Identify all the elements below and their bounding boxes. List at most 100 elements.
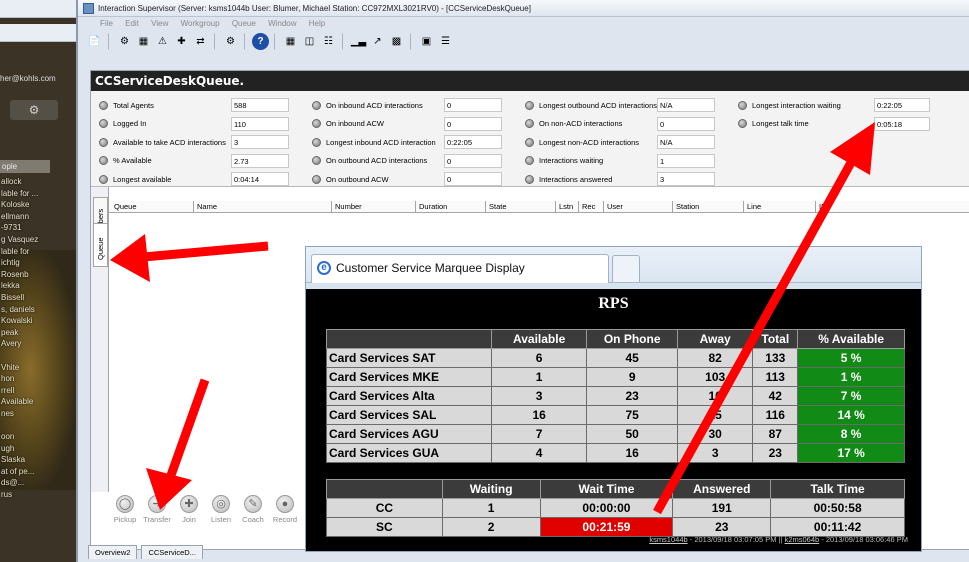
stat-label: Longest outbound ACD interactions bbox=[539, 100, 657, 110]
listen-button[interactable]: ◎ Listen bbox=[205, 491, 237, 535]
menu-view[interactable]: View bbox=[151, 19, 168, 28]
tab-queue[interactable]: Queue bbox=[93, 223, 108, 267]
table-cell: 25 bbox=[677, 405, 754, 425]
gear-icon[interactable]: ⚙ bbox=[10, 100, 58, 120]
contact-item[interactable]: -9731 bbox=[0, 223, 76, 235]
chart-icon[interactable]: ▩ bbox=[388, 33, 405, 50]
new-document-icon[interactable]: 📄 bbox=[86, 33, 103, 50]
document-tabs: Overview2 CCServiceD... bbox=[88, 545, 203, 562]
stat-value: 3 bbox=[231, 135, 289, 149]
contact-item[interactable]: Kowalski bbox=[0, 316, 76, 328]
contact-item[interactable]: Slaska bbox=[0, 455, 76, 467]
contact-item[interactable]: Bissell bbox=[0, 293, 76, 305]
cascade-icon[interactable]: ☷ bbox=[320, 33, 337, 50]
contact-item[interactable] bbox=[0, 420, 76, 432]
contact-item[interactable]: ichtig bbox=[0, 258, 76, 270]
column-header[interactable]: State bbox=[485, 201, 507, 213]
contact-item[interactable]: ugh bbox=[0, 444, 76, 456]
grid-icon[interactable]: ▦ bbox=[282, 33, 299, 50]
column-header[interactable]: Line bbox=[743, 201, 761, 213]
contact-item[interactable]: lekka bbox=[0, 281, 76, 293]
contact-item[interactable]: s, daniels bbox=[0, 305, 76, 317]
column-header: Talk Time bbox=[770, 479, 905, 499]
stat-label: Longest inbound ACD interaction bbox=[326, 137, 436, 147]
stat-label: On inbound ACW bbox=[326, 119, 384, 128]
record-button[interactable]: ● Record bbox=[269, 491, 301, 535]
join-label: Join bbox=[182, 515, 196, 524]
contact-item[interactable]: Avery bbox=[0, 339, 76, 351]
help-icon[interactable]: ? bbox=[252, 33, 269, 50]
contact-item[interactable]: nes bbox=[0, 409, 76, 421]
new-tab-button[interactable] bbox=[612, 255, 640, 282]
menu-edit[interactable]: Edit bbox=[125, 19, 139, 28]
table-cell: 9 bbox=[586, 367, 679, 387]
alert-icon[interactable]: ⚠ bbox=[154, 33, 171, 50]
column-header[interactable]: Rec bbox=[578, 201, 595, 213]
contact-item[interactable]: hon bbox=[0, 374, 76, 386]
report-icon[interactable]: ☰ bbox=[437, 33, 454, 50]
stat-row: Interactions answered 3 bbox=[525, 171, 715, 187]
tab-overview[interactable]: Overview2 bbox=[88, 545, 138, 559]
queue-move-icon[interactable]: ⇄ bbox=[192, 33, 209, 50]
contact-item[interactable]: Koloske bbox=[0, 200, 76, 212]
column-header[interactable]: ID bbox=[815, 201, 827, 213]
footer-server-1[interactable]: ksms1044b bbox=[649, 535, 687, 544]
contact-item[interactable]: ellmann bbox=[0, 212, 76, 224]
contact-item[interactable]: peak bbox=[0, 328, 76, 340]
menu-workgroup[interactable]: Workgroup bbox=[181, 19, 220, 28]
menu-help[interactable]: Help bbox=[309, 19, 325, 28]
browser-address-bar[interactable] bbox=[0, 24, 76, 42]
contact-item[interactable]: rrell bbox=[0, 386, 76, 398]
menu-file[interactable]: File bbox=[100, 19, 113, 28]
line-chart-icon[interactable]: ↗ bbox=[369, 33, 386, 50]
column-header[interactable]: Name bbox=[193, 201, 217, 213]
workgroup-icon[interactable]: ▦ bbox=[135, 33, 152, 50]
column-header[interactable]: Lstn bbox=[555, 201, 573, 213]
stat-value: 0 bbox=[444, 98, 502, 112]
menu-window[interactable]: Window bbox=[268, 19, 296, 28]
contact-item[interactable]: Vhite bbox=[0, 363, 76, 375]
join-button[interactable]: ✚ Join bbox=[173, 491, 205, 535]
users-icon[interactable]: ⚙ bbox=[116, 33, 133, 50]
footer-server-2[interactable]: k2ms064b bbox=[785, 535, 820, 544]
record-label: Record bbox=[272, 515, 298, 524]
menu-queue[interactable]: Queue bbox=[232, 19, 256, 28]
column-header[interactable]: Number bbox=[331, 201, 362, 213]
column-header[interactable]: Queue bbox=[111, 201, 137, 213]
browser-window-controls[interactable] bbox=[0, 0, 76, 18]
table-cell: 87 bbox=[752, 424, 799, 444]
record-icon: ● bbox=[276, 495, 294, 513]
column-header[interactable]: User bbox=[603, 201, 623, 213]
table-header-row: Waiting Wait Time Answered Talk Time bbox=[326, 479, 905, 499]
contact-item[interactable]: ds@... bbox=[0, 478, 76, 490]
contact-item[interactable]: Available bbox=[0, 397, 76, 409]
contact-item[interactable]: allock bbox=[0, 177, 76, 189]
marquee-tab[interactable]: e Customer Service Marquee Display bbox=[311, 254, 609, 283]
stat-row: On outbound ACD interactions 0 bbox=[312, 153, 502, 169]
contact-item[interactable]: lable for ... bbox=[0, 189, 76, 201]
tab-ccservicedesk[interactable]: CCServiceD... bbox=[141, 545, 203, 559]
status-indicator-icon bbox=[738, 119, 747, 128]
queue-add-icon[interactable]: ✚ bbox=[173, 33, 190, 50]
transfer-icon: ➜ bbox=[148, 495, 166, 513]
contact-item[interactable]: at of pe... bbox=[0, 467, 76, 479]
table-cell: 75 bbox=[586, 405, 679, 425]
pickup-button[interactable]: ◯ Pickup bbox=[109, 491, 141, 535]
transfer-button[interactable]: ➜ Transfer bbox=[141, 491, 173, 535]
tile-icon[interactable]: ◫ bbox=[301, 33, 318, 50]
contact-item[interactable]: rus bbox=[0, 490, 76, 502]
image-icon[interactable]: ▣ bbox=[418, 33, 435, 50]
contact-item[interactable] bbox=[0, 351, 76, 363]
contact-item[interactable]: lable for bbox=[0, 247, 76, 259]
coach-button[interactable]: ✎ Coach bbox=[237, 491, 269, 535]
contact-item[interactable]: oon bbox=[0, 432, 76, 444]
contact-item[interactable]: Rosenb bbox=[0, 270, 76, 282]
filter-icon[interactable]: ⚙ bbox=[222, 33, 239, 50]
footer-time-2: - 2013/09/18 03:06:46 PM bbox=[819, 535, 908, 544]
stat-label: Interactions waiting bbox=[539, 156, 604, 165]
column-header[interactable]: Duration bbox=[415, 201, 447, 213]
column-header[interactable]: Station bbox=[672, 201, 699, 213]
bar-chart-icon[interactable]: ▁▃ bbox=[350, 33, 367, 50]
contact-item[interactable]: g Vasquez bbox=[0, 235, 76, 247]
toolbar: 📄 ⚙ ▦ ⚠ ✚ ⇄ ⚙ ? ▦ ◫ ☷ ▁▃ ↗ ▩ ▣ ☰ bbox=[78, 30, 969, 54]
